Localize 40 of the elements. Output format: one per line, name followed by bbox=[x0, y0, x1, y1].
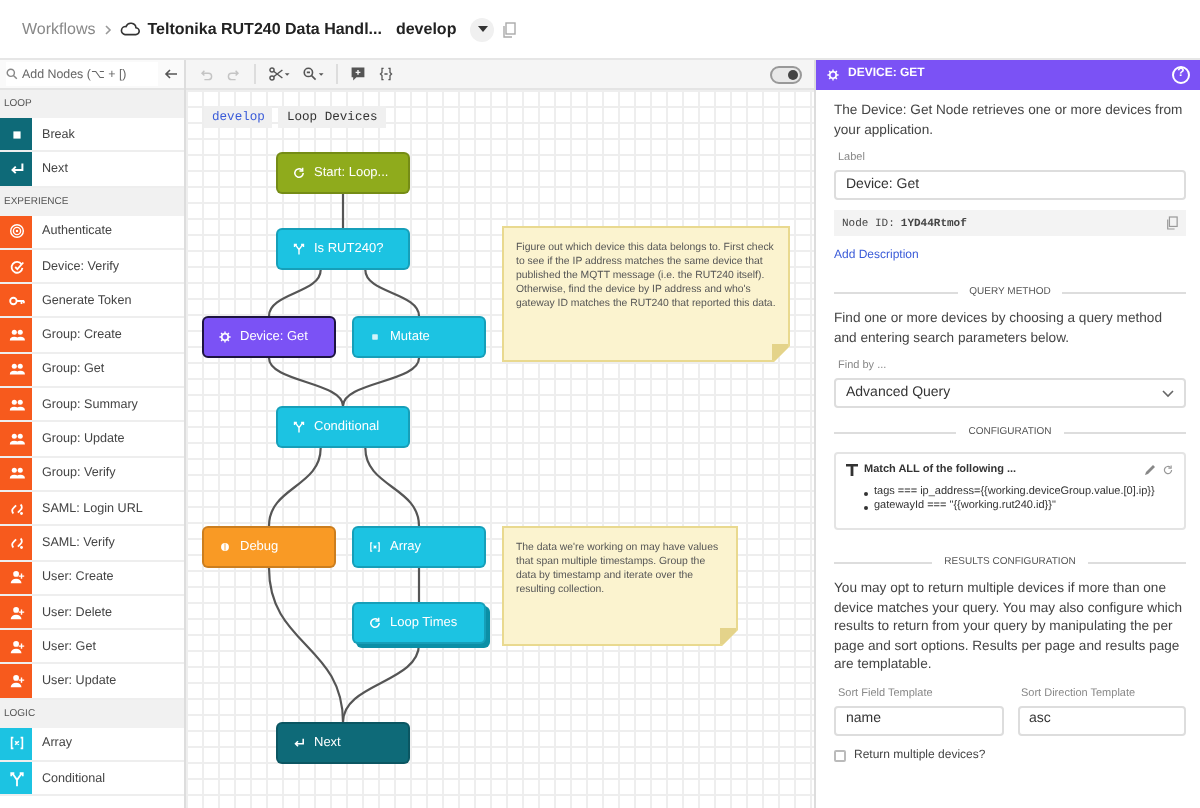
caret-down-icon bbox=[477, 25, 488, 33]
connector-line bbox=[341, 357, 421, 407]
filter-icon bbox=[846, 464, 858, 476]
braces-icon bbox=[378, 66, 395, 82]
zoom-icon bbox=[302, 66, 325, 82]
connector-line bbox=[417, 568, 421, 602]
checkbox[interactable] bbox=[834, 750, 846, 763]
search-icon bbox=[6, 68, 18, 80]
connector-line bbox=[267, 447, 322, 527]
pencil-icon[interactable] bbox=[1144, 464, 1156, 476]
undo-icon bbox=[198, 66, 214, 82]
cloud-icon bbox=[119, 22, 140, 36]
gear-icon bbox=[826, 68, 840, 82]
branch-icon bbox=[292, 242, 306, 256]
scissors-icon bbox=[268, 66, 291, 82]
gear-icon bbox=[218, 330, 232, 344]
connector-line bbox=[341, 194, 345, 228]
copy-icon[interactable] bbox=[1166, 216, 1178, 230]
bug-icon bbox=[218, 540, 232, 554]
workflow-title: Teltonika RUT240 Data Handl... bbox=[147, 20, 382, 38]
brackets-icon bbox=[368, 540, 382, 554]
version-dropdown[interactable] bbox=[470, 17, 495, 41]
connector-line bbox=[267, 357, 345, 407]
refresh-icon[interactable] bbox=[1162, 464, 1174, 476]
chevron-down-icon bbox=[1162, 389, 1174, 397]
connector-line bbox=[364, 447, 421, 527]
copy-icon[interactable] bbox=[502, 21, 517, 37]
arrow-left-icon[interactable] bbox=[164, 68, 178, 80]
redo-icon bbox=[226, 66, 242, 82]
return-arrow-icon bbox=[292, 736, 306, 750]
branch-icon bbox=[292, 420, 306, 434]
version-name: develop bbox=[395, 20, 457, 38]
refresh-icon bbox=[368, 616, 382, 630]
workflows-link[interactable]: Workflows bbox=[22, 20, 96, 38]
connector-line bbox=[267, 269, 322, 317]
refresh-icon bbox=[292, 166, 306, 180]
chevron-right-icon bbox=[103, 23, 112, 35]
connector-line bbox=[364, 269, 421, 317]
toggle-switch[interactable] bbox=[770, 65, 802, 83]
comment-icon bbox=[350, 66, 367, 82]
